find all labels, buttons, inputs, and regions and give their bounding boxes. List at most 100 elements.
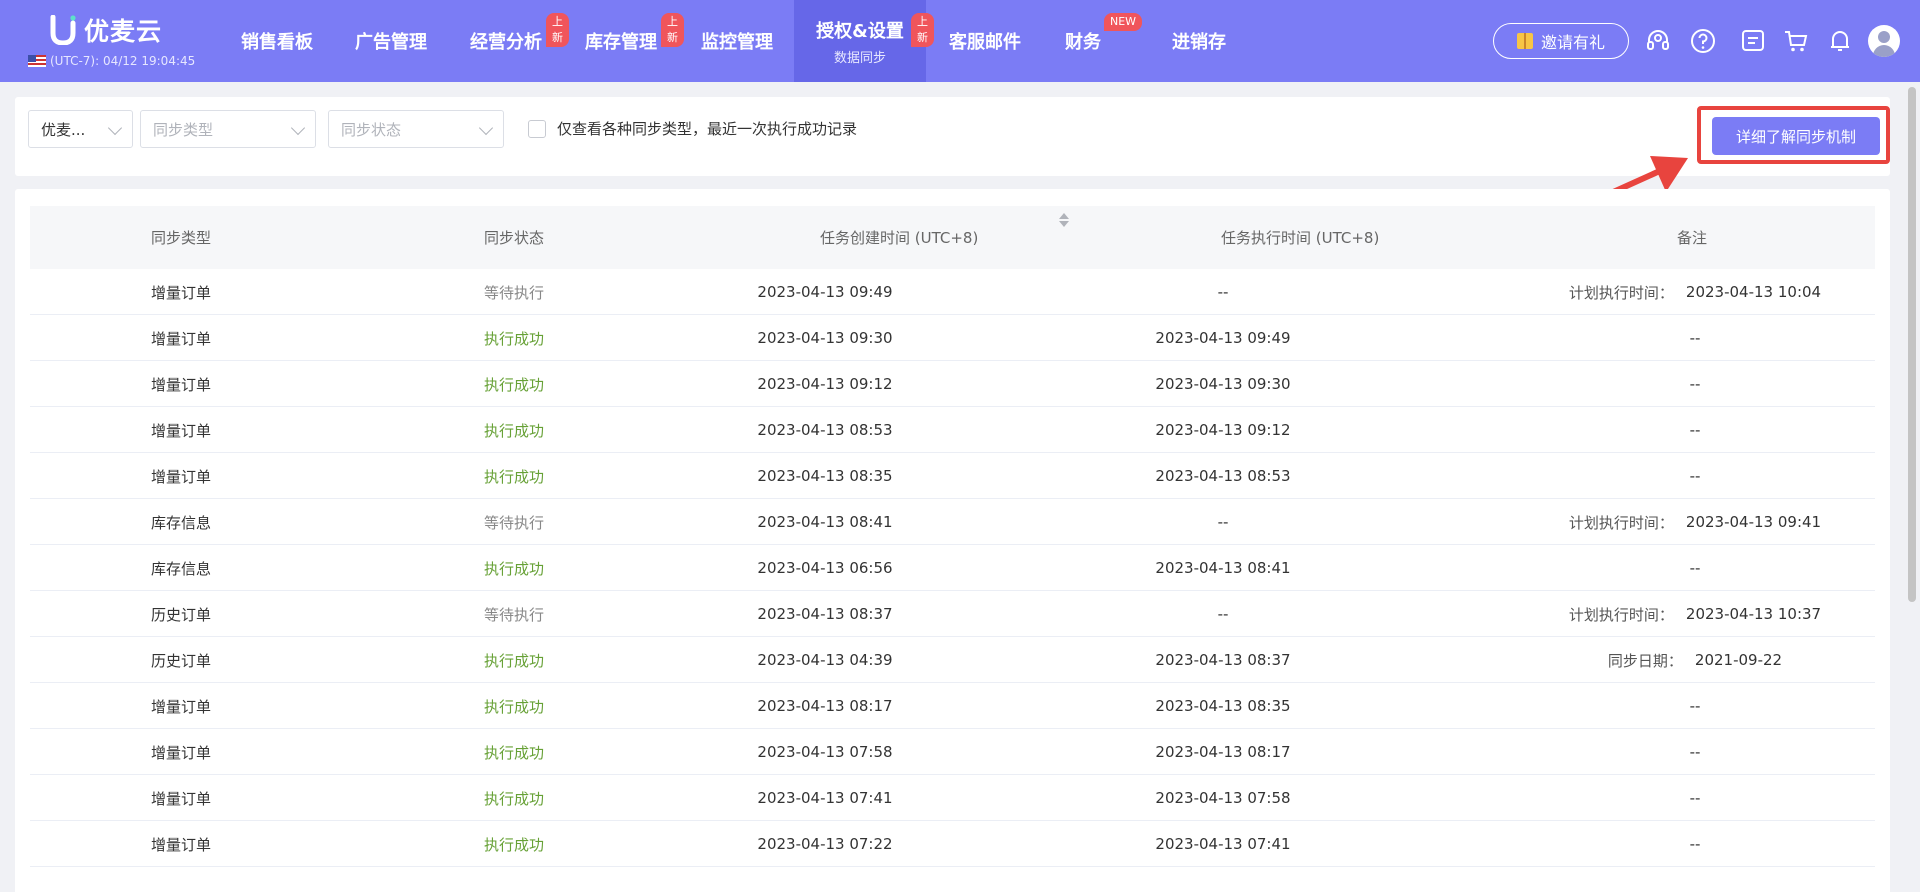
- cell-sync-status: 执行成功: [484, 743, 545, 762]
- invite-label: 邀请有礼: [1540, 33, 1605, 52]
- new-badge: 上新: [661, 13, 684, 47]
- invite-button[interactable]: 邀请有礼: [1493, 23, 1629, 59]
- cell-note: --: [1515, 775, 1875, 821]
- help-icon[interactable]: [1688, 26, 1718, 56]
- nav-label: 财务: [1065, 32, 1101, 53]
- nav-item-customer-email[interactable]: 客服邮件: [934, 0, 1036, 82]
- sync-status-select[interactable]: 同步状态: [328, 110, 504, 148]
- headset-icon[interactable]: [1643, 26, 1673, 56]
- nav-item-finance[interactable]: 财务: [1050, 0, 1116, 82]
- shop-select-value: 优麦...: [41, 120, 86, 139]
- table-row[interactable]: 库存信息 执行成功 2023-04-13 06:56 2023-04-13 08:41…: [30, 545, 1875, 591]
- cell-created-time: 2023-04-13 06:56: [757, 559, 893, 577]
- cell-executed-time: 2023-04-13 08:37: [1155, 651, 1291, 669]
- nav-item-purchase-sales-inventory[interactable]: 进销存: [1148, 0, 1250, 82]
- cell-executed-time: 2023-04-13 07:58: [1155, 789, 1291, 807]
- nav-item-inventory[interactable]: 库存管理: [570, 0, 672, 82]
- table-row[interactable]: 历史订单 执行成功 2023-04-13 04:39 2023-04-13 08:37…: [30, 637, 1875, 683]
- note-value: --: [1689, 697, 1701, 715]
- bell-icon[interactable]: [1825, 26, 1855, 56]
- cell-sync-type: 增量订单: [151, 835, 212, 854]
- table-row[interactable]: 增量订单 执行成功 2023-04-13 08:35 2023-04-13 08:53…: [30, 453, 1875, 499]
- header-created-time: 任务创建时间 (UTC+8): [820, 229, 979, 247]
- user-avatar[interactable]: [1868, 25, 1900, 57]
- note-value: --: [1689, 559, 1701, 577]
- cell-note: --: [1515, 453, 1875, 499]
- nav-label: 客服邮件: [949, 32, 1021, 53]
- header-note: 备注: [1677, 229, 1708, 247]
- latest-success-checkbox[interactable]: [528, 119, 546, 138]
- message-icon[interactable]: [1738, 26, 1768, 56]
- logo[interactable]: 优麦云: [50, 12, 162, 48]
- cart-icon[interactable]: [1781, 26, 1811, 56]
- nav-item-analytics[interactable]: 经营分析: [455, 0, 557, 82]
- learn-sync-mechanism-button[interactable]: 详细了解同步机制: [1712, 117, 1880, 155]
- cell-created-time: 2023-04-13 09:30: [757, 329, 893, 347]
- note-value: --: [1689, 467, 1701, 485]
- cell-sync-status: 执行成功: [484, 329, 545, 348]
- cell-sync-type: 增量订单: [151, 421, 212, 440]
- new-badge: 上新: [546, 13, 569, 47]
- note-value: --: [1689, 375, 1701, 393]
- table-row[interactable]: 增量订单 执行成功 2023-04-13 07:41 2023-04-13 07:58…: [30, 775, 1875, 821]
- nav-item-monitoring[interactable]: 监控管理: [686, 0, 788, 82]
- cell-created-time: 2023-04-13 09:49: [757, 283, 893, 301]
- vertical-scrollbar[interactable]: [1908, 87, 1916, 602]
- nav-label: 进销存: [1172, 32, 1226, 53]
- cell-sync-type: 增量订单: [151, 283, 212, 302]
- cell-sync-status: 执行成功: [484, 467, 545, 486]
- nav-item-auth-settings[interactable]: 授权&设置 数据同步: [794, 0, 926, 82]
- nav-item-sales-dashboard[interactable]: 销售看板: [226, 0, 328, 82]
- cell-sync-status: 执行成功: [484, 375, 545, 394]
- nav-label: 销售看板: [241, 32, 313, 53]
- sync-type-select[interactable]: 同步类型: [140, 110, 316, 148]
- chevron-down-icon: [478, 120, 494, 136]
- sort-icon[interactable]: [1058, 212, 1070, 228]
- logo-icon: [50, 15, 76, 45]
- nav-sub-label: 数据同步: [833, 50, 886, 66]
- table-row[interactable]: 增量订单 执行成功 2023-04-13 07:22 2023-04-13 07:41…: [30, 821, 1875, 867]
- cell-executed-time: 2023-04-13 09:30: [1155, 375, 1291, 393]
- table-row[interactable]: 库存信息 等待执行 2023-04-13 08:41 -- 计划执行时间： 2023-04…: [30, 499, 1875, 545]
- note-value: --: [1689, 329, 1701, 347]
- cell-sync-type: 历史订单: [151, 605, 212, 624]
- note-value: --: [1689, 421, 1701, 439]
- note-value: --: [1689, 743, 1701, 761]
- note-value: --: [1689, 789, 1701, 807]
- cell-sync-status: 执行成功: [484, 421, 545, 440]
- table-row[interactable]: 增量订单 执行成功 2023-04-13 07:58 2023-04-13 08:17…: [30, 729, 1875, 775]
- note-value: --: [1689, 835, 1701, 853]
- cell-executed-time: 2023-04-13 08:41: [1155, 559, 1291, 577]
- shop-select[interactable]: 优麦...: [28, 110, 133, 148]
- table-row[interactable]: 增量订单 执行成功 2023-04-13 08:17 2023-04-13 08:35…: [30, 683, 1875, 729]
- cell-executed-time: 2023-04-13 09:49: [1155, 329, 1291, 347]
- table-row[interactable]: 历史订单 等待执行 2023-04-13 08:37 -- 计划执行时间： 2023-04…: [30, 591, 1875, 637]
- cell-sync-status: 等待执行: [484, 605, 545, 624]
- cell-sync-type: 增量订单: [151, 375, 212, 394]
- cell-note: --: [1515, 729, 1875, 775]
- cell-created-time: 2023-04-13 09:12: [757, 375, 893, 393]
- chevron-down-icon: [290, 120, 306, 136]
- table-row[interactable]: 增量订单 执行成功 2023-04-13 09:30 2023-04-13 09:49…: [30, 315, 1875, 361]
- cell-created-time: 2023-04-13 08:53: [757, 421, 893, 439]
- note-label: 同步日期：: [1607, 651, 1683, 670]
- nav-label: 库存管理: [585, 32, 657, 53]
- latest-success-label: 仅查看各种同步类型，最近一次执行成功记录: [557, 120, 858, 138]
- note-value: 2023-04-13 10:37: [1685, 605, 1822, 623]
- nav-item-ads[interactable]: 广告管理: [340, 0, 442, 82]
- cell-note: --: [1515, 545, 1875, 591]
- latest-success-filter[interactable]: 仅查看各种同步类型，最近一次执行成功记录: [528, 118, 857, 139]
- sync-records-table: 同步类型 同步状态 任务创建时间 (UTC+8) 任务执行时间 (UTC+8) …: [15, 189, 1890, 892]
- table-row[interactable]: 增量订单 执行成功 2023-04-13 08:53 2023-04-13 09:12…: [30, 407, 1875, 453]
- cell-note: 计划执行时间： 2023-04-13 10:04: [1515, 269, 1875, 315]
- cell-executed-time: 2023-04-13 08:17: [1155, 743, 1291, 761]
- table-row[interactable]: 增量订单 等待执行 2023-04-13 09:49 -- 计划执行时间： 2023-04…: [30, 269, 1875, 315]
- top-navigation-bar: 优麦云 (UTC-7): 04/12 19:04:45 销售看板 广告管理 经营…: [0, 0, 1920, 82]
- cell-created-time: 2023-04-13 07:22: [757, 835, 893, 853]
- cell-sync-status: 执行成功: [484, 651, 545, 670]
- cell-created-time: 2023-04-13 04:39: [757, 651, 893, 669]
- new-badge: NEW: [1104, 13, 1143, 31]
- cell-sync-status: 执行成功: [484, 789, 545, 808]
- table-row[interactable]: 增量订单 执行成功 2023-04-13 09:12 2023-04-13 09:30…: [30, 361, 1875, 407]
- nav-label: 经营分析: [470, 32, 542, 53]
